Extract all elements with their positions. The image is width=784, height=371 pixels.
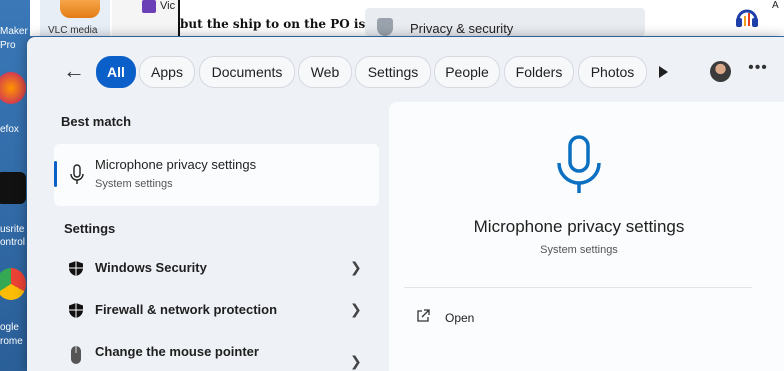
tab-people[interactable]: People — [434, 56, 500, 88]
open-action-label: Open — [445, 311, 475, 325]
settings-heading: Settings — [64, 221, 116, 236]
tab-all[interactable]: All — [96, 56, 136, 88]
open-action-button[interactable]: Open — [404, 302, 752, 332]
settings-result-mouse-pointer[interactable]: Change the mouse pointer ❯ — [54, 335, 379, 371]
divider — [404, 287, 752, 288]
background-text: Vic — [160, 0, 176, 12]
mouse-icon — [71, 346, 81, 364]
desktop-icon-sublabel: ontrol — [0, 237, 26, 248]
background-settings-item[interactable]: Privacy & security — [365, 8, 645, 36]
open-external-icon — [417, 309, 430, 322]
tab-documents[interactable]: Documents — [199, 56, 295, 88]
vlc-label: VLC media — [48, 25, 98, 36]
selection-indicator — [54, 161, 57, 187]
settings-result-label: Change the mouse pointer — [95, 344, 259, 359]
detail-subtitle: System settings — [540, 244, 618, 256]
desktop-icon-label: efox — [0, 124, 19, 135]
shield-icon — [69, 303, 83, 318]
settings-result-firewall[interactable]: Firewall & network protection ❯ — [54, 293, 379, 329]
audacity-icon[interactable] — [734, 4, 760, 30]
best-match-title: Microphone privacy settings — [95, 157, 257, 172]
microphone-icon — [70, 164, 84, 184]
vlc-icon — [60, 0, 100, 18]
detail-title: Microphone privacy settings — [473, 217, 685, 236]
search-filter-bar: ← All Apps Documents Web Settings People… — [27, 37, 784, 107]
avatar[interactable] — [710, 61, 731, 82]
settings-result-label: Windows Security — [95, 260, 207, 275]
best-match-result[interactable]: Microphone privacy settings System setti… — [54, 144, 379, 206]
search-flyout: ← All Apps Documents Web Settings People… — [27, 37, 784, 371]
desktop-icon-column: Maker Pro efox usrite ontrol ogle rome — [0, 0, 30, 371]
desktop-icon-label: usrite — [0, 224, 25, 235]
chevron-right-icon[interactable]: ❯ — [350, 353, 362, 370]
desktop-icon-label: ogle — [0, 322, 19, 333]
desktop-icon-label[interactable]: Maker — [0, 26, 30, 37]
back-arrow-icon[interactable]: ← — [61, 58, 87, 84]
tab-photos[interactable]: Photos — [578, 56, 647, 88]
more-options-icon[interactable]: ••• — [747, 59, 769, 81]
shield-icon — [69, 261, 83, 276]
chevron-right-icon[interactable]: ❯ — [350, 259, 362, 276]
chrome-icon[interactable] — [0, 268, 26, 300]
more-filters-play-icon[interactable] — [655, 64, 671, 80]
shield-icon — [377, 18, 393, 36]
app-icon[interactable] — [0, 172, 26, 204]
settings-result-label: Firewall & network protection — [95, 302, 278, 317]
video-icon — [142, 0, 156, 13]
firefox-icon[interactable] — [0, 72, 26, 104]
tab-folders[interactable]: Folders — [504, 56, 574, 88]
background-text: A — [772, 0, 779, 11]
desktop-icon-sublabel: Pro — [0, 40, 16, 51]
background-settings-label: Privacy & security — [410, 21, 514, 36]
best-match-subtitle: System settings — [95, 178, 173, 190]
document-text: but the ship to on the PO is — [180, 17, 366, 31]
chevron-right-icon[interactable]: ❯ — [350, 301, 362, 318]
tab-settings[interactable]: Settings — [355, 56, 431, 88]
settings-result-windows-security[interactable]: Windows Security ❯ — [54, 251, 379, 287]
best-match-heading: Best match — [61, 114, 132, 129]
desktop-icon-sublabel: rome — [0, 336, 23, 347]
tab-apps[interactable]: Apps — [139, 56, 195, 88]
tab-web[interactable]: Web — [298, 56, 352, 88]
microphone-icon — [557, 135, 601, 193]
result-detail-pane: Microphone privacy settings System setti… — [389, 102, 784, 371]
